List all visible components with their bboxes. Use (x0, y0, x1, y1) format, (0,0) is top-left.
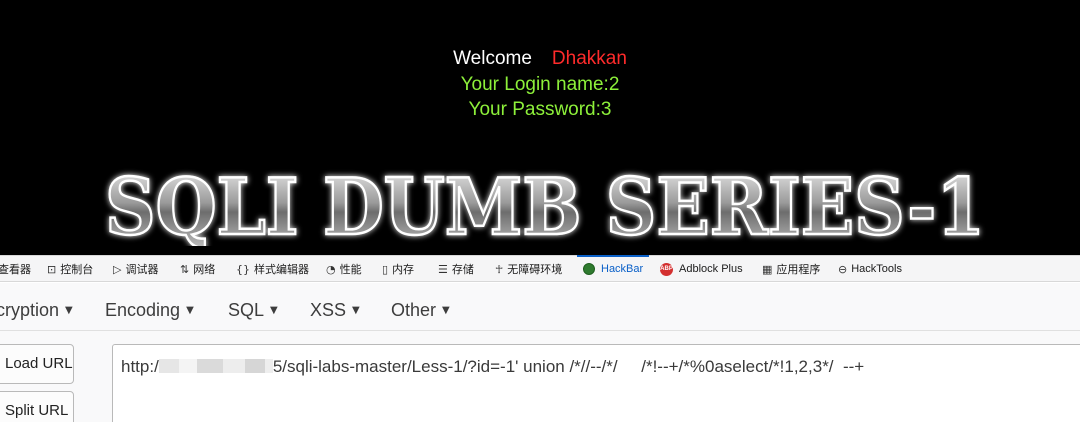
storage-icon: ☰ (438, 262, 448, 276)
hackbar-icon (583, 263, 595, 275)
tab-hackbar[interactable]: HackBar (577, 255, 650, 282)
tab-label: Adblock Plus (679, 263, 743, 275)
tab-label: HackTools (851, 263, 902, 275)
menu-label: cryption (0, 300, 60, 320)
chevron-down-icon: ▼ (270, 305, 278, 316)
menu-encoding[interactable]: Encoding ▼ (105, 300, 194, 321)
tab-network[interactable]: ⇅ 网络 (180, 256, 215, 282)
welcome-username: Dhakkan (551, 48, 627, 69)
page-viewport: Welcome Dhakkan Your Login name:2 Your Pa… (0, 0, 1080, 255)
tab-style-editor[interactable]: {} 样式编辑器 (236, 256, 309, 282)
tab-label: HackBar (601, 263, 644, 275)
tab-storage[interactable]: ☰ 存储 (438, 256, 474, 282)
tab-label: 调试器 (125, 264, 159, 276)
password-line: Your Password:3 (468, 99, 612, 120)
tab-label: 网络 (193, 264, 216, 276)
tab-console[interactable]: ⊡ 控制台 (47, 256, 93, 282)
debugger-icon: ▷ (113, 262, 122, 276)
hacktools-icon: ⊖ (838, 262, 848, 276)
chevron-down-icon: ▼ (352, 305, 360, 316)
tab-adblock-plus[interactable]: ABP Adblock Plus (660, 256, 743, 282)
chevron-down-icon: ▼ (65, 305, 73, 316)
tab-label: 无障碍环境 (507, 264, 563, 276)
menu-encryption[interactable]: cryption ▼ (0, 300, 73, 321)
redacted-host (196, 359, 223, 373)
active-tab-indicator (577, 255, 650, 257)
tab-memory[interactable]: ▯ 内存 (382, 256, 414, 282)
chevron-down-icon: ▼ (442, 305, 450, 316)
tab-label: 查看器 (0, 264, 31, 276)
tab-applications[interactable]: ▦ 应用程序 (762, 256, 820, 282)
menu-xss[interactable]: XSS ▼ (310, 300, 360, 321)
braces-icon: {} (236, 262, 250, 276)
redacted-host (264, 359, 273, 373)
console-icon: ⊡ (47, 262, 57, 276)
redacted-host (244, 359, 265, 373)
grid-icon: ▦ (762, 262, 773, 276)
accessibility-icon: ☥ (495, 262, 504, 276)
tab-hacktools[interactable]: ⊖ HackTools (838, 256, 902, 282)
url-rest: 5/sqli-labs-master/Less-1/?id=-1' union … (272, 357, 865, 376)
chevron-down-icon: ▼ (186, 305, 194, 316)
redacted-host (158, 359, 179, 373)
sqli-banner-logo: SQLI DUMB SERIES-1 (104, 168, 987, 246)
load-url-button[interactable]: Load URL (0, 344, 74, 384)
abp-icon: ABP (660, 262, 673, 276)
hackbar-body: Load URL Split URL http:/ 5/sqli-labs-mas… (0, 331, 1080, 422)
tab-label: 应用程序 (776, 264, 821, 276)
tab-label: 性能 (339, 264, 362, 276)
devtools-tab-bar: 查看器 ⊡ 控制台 ▷ 调试器 ⇅ 网络 {} 样式编辑器 ◔ 性能 ▯ 内存 ☰ 存储 ☥ 无… (0, 255, 1080, 282)
url-textarea[interactable]: http:/ 5/sqli-labs-master/Less-1/?id=-1' … (112, 344, 1080, 422)
performance-icon: ◔ (326, 262, 336, 276)
tab-label: 样式编辑器 (254, 264, 309, 276)
hackbar-menu-bar: cryption ▼ Encoding ▼ SQL ▼ XSS ▼ Other ▼ (0, 283, 1080, 331)
tab-accessibility[interactable]: ☥ 无障碍环境 (495, 256, 562, 282)
redacted-host (178, 359, 197, 373)
tab-debugger[interactable]: ▷ 调试器 (113, 256, 158, 282)
menu-sql[interactable]: SQL ▼ (228, 300, 278, 321)
welcome-line: Welcome Dhakkan (0, 47, 1080, 71)
menu-label: SQL (228, 300, 265, 320)
svg-text:SQLI DUMB SERIES-1: SQLI DUMB SERIES-1 (105, 168, 985, 246)
tab-label: 内存 (392, 264, 415, 276)
menu-other[interactable]: Other ▼ (391, 300, 450, 321)
menu-label: Encoding (105, 300, 181, 320)
network-icon: ⇅ (180, 262, 190, 276)
welcome-word: Welcome (453, 48, 532, 69)
redacted-host (222, 359, 245, 373)
tab-label: 存储 (451, 264, 474, 276)
login-name-line: Your Login name:2 (460, 74, 620, 95)
tab-performance[interactable]: ◔ 性能 (326, 256, 362, 282)
memory-icon: ▯ (382, 262, 389, 276)
url-prefix: http:/ (121, 357, 159, 376)
tab-label: 控制台 (60, 264, 94, 276)
tab-inspector[interactable]: 查看器 (0, 256, 31, 282)
split-url-button[interactable]: Split URL (0, 391, 74, 422)
menu-label: Other (391, 300, 437, 320)
menu-label: XSS (310, 300, 347, 320)
